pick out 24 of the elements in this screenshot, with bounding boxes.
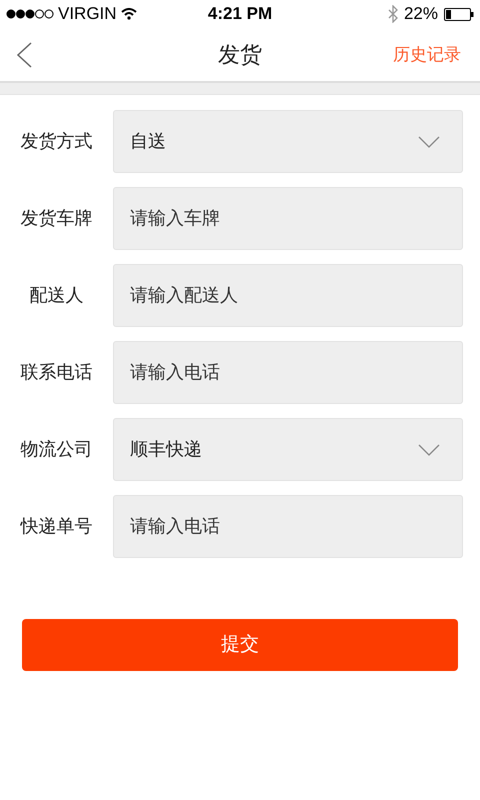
field-label: 发货车牌 <box>20 207 94 230</box>
dropdown-field[interactable]: 顺丰快递 <box>113 418 463 481</box>
page-title: 发货 <box>218 41 262 69</box>
chevron-down-icon <box>418 444 440 456</box>
battery-icon <box>444 8 474 20</box>
input-field[interactable]: 请输入电话 <box>113 495 463 558</box>
input-field[interactable]: 请输入配送人 <box>113 264 463 327</box>
submit-button[interactable]: 提交 <box>22 619 458 671</box>
signal-icon <box>6 9 54 19</box>
field-label: 配送人 <box>28 284 84 307</box>
field-label: 联系电话 <box>20 361 94 384</box>
dropdown-field[interactable]: 自送 <box>113 110 463 173</box>
field-label: 物流公司 <box>20 438 94 461</box>
input-field[interactable]: 请输入车牌 <box>113 187 463 250</box>
bluetooth-icon <box>388 5 398 23</box>
chevron-down-icon <box>418 136 440 148</box>
field-label: 快递单号 <box>19 515 94 538</box>
carrier-name: VIRGIN <box>58 3 117 26</box>
clock-time: 4:21 PM <box>208 3 272 26</box>
battery-percent: 22% <box>404 3 438 26</box>
wifi-icon <box>120 8 137 20</box>
chevron-left-icon <box>16 42 32 68</box>
input-field[interactable]: 请输入电话 <box>113 341 463 404</box>
field-label: 发货方式 <box>20 130 94 153</box>
